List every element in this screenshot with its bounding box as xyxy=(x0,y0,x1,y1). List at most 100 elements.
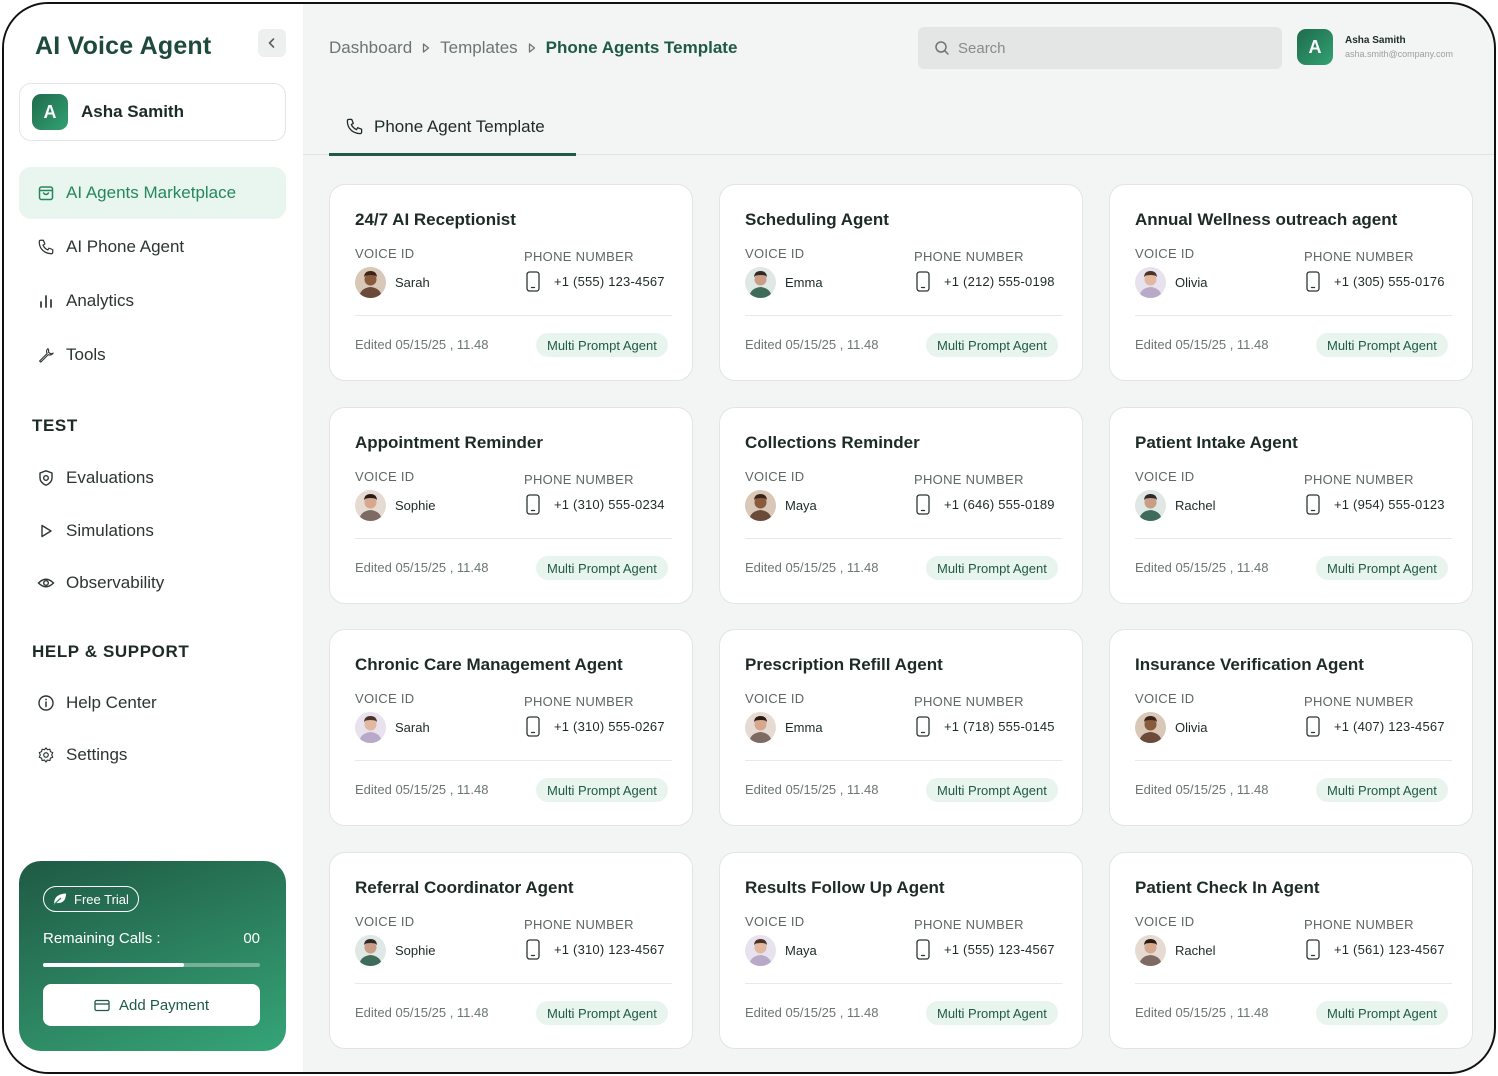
voice-selector: Rachel xyxy=(1135,490,1215,521)
voice-selector: Maya xyxy=(745,490,817,521)
agent-type-badge: Multi Prompt Agent xyxy=(1316,556,1448,580)
card-divider xyxy=(745,760,1062,761)
sidebar: AI Voice Agent A Asha Samith AI Agents M… xyxy=(4,4,303,1072)
add-payment-button[interactable]: Add Payment xyxy=(43,984,260,1026)
edited-timestamp: Edited 05/15/25 , 11.48 xyxy=(1135,1005,1269,1020)
edited-timestamp: Edited 05/15/25 , 11.48 xyxy=(355,560,489,575)
card-title: Patient Intake Agent xyxy=(1135,433,1298,452)
phone-number-label: PHONE NUMBER xyxy=(914,472,1024,487)
play-icon xyxy=(36,521,56,541)
phone-number-value: +1 (212) 555-0198 xyxy=(944,274,1055,289)
agent-type-badge: Multi Prompt Agent xyxy=(536,1001,668,1025)
voice-avatar xyxy=(355,935,386,966)
breadcrumb-dashboard[interactable]: Dashboard xyxy=(329,38,412,58)
search-box[interactable] xyxy=(918,27,1282,69)
agent-type-badge: Multi Prompt Agent xyxy=(926,556,1058,580)
agent-template-card[interactable]: 24/7 AI Receptionist VOICE ID PHONE NUMB… xyxy=(329,184,693,381)
voice-avatar xyxy=(745,267,776,298)
workspace-user-card[interactable]: A Asha Samith xyxy=(19,83,286,141)
voice-id-label: VOICE ID xyxy=(355,914,415,929)
agent-template-card[interactable]: Results Follow Up Agent VOICE ID PHONE N… xyxy=(719,852,1083,1049)
agent-template-card[interactable]: Chronic Care Management Agent VOICE ID P… xyxy=(329,629,693,826)
nav-tools[interactable]: Tools xyxy=(19,329,286,381)
header-user-info: Asha Samith asha.smith@company.com xyxy=(1345,35,1453,59)
search-input[interactable] xyxy=(958,39,1258,57)
voice-name: Olivia xyxy=(1175,720,1208,735)
edited-timestamp: Edited 05/15/25 , 11.48 xyxy=(355,337,489,352)
agent-template-card[interactable]: Insurance Verification Agent VOICE ID PH… xyxy=(1109,629,1473,826)
agent-template-card[interactable]: Appointment Reminder VOICE ID PHONE NUMB… xyxy=(329,407,693,604)
nav-label: Simulations xyxy=(66,521,154,540)
tab-phone-agent-template[interactable]: Phone Agent Template xyxy=(329,100,576,156)
nav-simulations[interactable]: Simulations xyxy=(19,505,286,557)
card-divider xyxy=(355,315,672,316)
voice-id-label: VOICE ID xyxy=(745,246,805,261)
smartphone-icon xyxy=(916,716,930,737)
edited-timestamp: Edited 05/15/25 , 11.48 xyxy=(745,1005,879,1020)
agent-template-card[interactable]: Annual Wellness outreach agent VOICE ID … xyxy=(1109,184,1473,381)
card-title: Chronic Care Management Agent xyxy=(355,655,623,674)
card-title: Results Follow Up Agent xyxy=(745,878,945,897)
info-icon xyxy=(36,693,56,713)
agent-type-badge: Multi Prompt Agent xyxy=(1316,778,1448,802)
nav-help-center[interactable]: Help Center xyxy=(19,677,286,729)
breadcrumb-templates[interactable]: Templates xyxy=(440,38,517,58)
free-trial-card: Free Trial Remaining Calls : 00 Add Paym… xyxy=(19,861,286,1051)
phone-number: +1 (555) 123-4567 xyxy=(526,271,665,292)
agent-template-card[interactable]: Prescription Refill Agent VOICE ID PHONE… xyxy=(719,629,1083,826)
voice-selector: Sarah xyxy=(355,712,430,743)
shopping-bag-icon xyxy=(36,183,56,203)
voice-avatar xyxy=(745,935,776,966)
section-title-help: HELP & SUPPORT xyxy=(32,642,190,661)
phone-number-label: PHONE NUMBER xyxy=(1304,249,1414,264)
voice-avatar xyxy=(1135,935,1166,966)
card-title: Referral Coordinator Agent xyxy=(355,878,574,897)
nav-evaluations[interactable]: Evaluations xyxy=(19,452,286,504)
card-divider xyxy=(355,538,672,539)
nav-ai-phone-agent[interactable]: AI Phone Agent xyxy=(19,221,286,273)
card-divider xyxy=(355,983,672,984)
smartphone-icon xyxy=(526,494,540,515)
smartphone-icon xyxy=(916,939,930,960)
header-user-menu[interactable]: A Asha Samith asha.smith@company.com xyxy=(1297,29,1453,65)
nav-label: Evaluations xyxy=(66,468,154,487)
nav-ai-agents-marketplace[interactable]: AI Agents Marketplace xyxy=(19,167,286,219)
voice-avatar xyxy=(355,712,386,743)
voice-avatar xyxy=(745,490,776,521)
agent-template-card[interactable]: Collections Reminder VOICE ID PHONE NUMB… xyxy=(719,407,1083,604)
voice-name: Rachel xyxy=(1175,498,1216,513)
voice-avatar xyxy=(1135,490,1166,521)
collapse-sidebar-button[interactable] xyxy=(258,29,286,57)
phone-number: +1 (305) 555-0176 xyxy=(1306,271,1445,292)
nav-label: Help Center xyxy=(66,693,157,712)
card-title: Insurance Verification Agent xyxy=(1135,655,1364,674)
nav-settings[interactable]: Settings xyxy=(19,729,286,781)
phone-number: +1 (212) 555-0198 xyxy=(916,271,1055,292)
card-title: Annual Wellness outreach agent xyxy=(1135,210,1398,229)
voice-id-label: VOICE ID xyxy=(1135,246,1195,261)
card-title: Scheduling Agent xyxy=(745,210,889,229)
agent-template-card[interactable]: Scheduling Agent VOICE ID PHONE NUMBER E… xyxy=(719,184,1083,381)
phone-number-label: PHONE NUMBER xyxy=(914,249,1024,264)
phone-number-value: +1 (718) 555-0145 xyxy=(944,719,1055,734)
voice-name: Sophie xyxy=(395,498,436,513)
voice-name: Emma xyxy=(785,275,823,290)
phone-number-value: +1 (305) 555-0176 xyxy=(1334,274,1445,289)
agent-template-card[interactable]: Referral Coordinator Agent VOICE ID PHON… xyxy=(329,852,693,1049)
agent-type-badge: Multi Prompt Agent xyxy=(1316,333,1448,357)
agent-template-card[interactable]: Patient Check In Agent VOICE ID PHONE NU… xyxy=(1109,852,1473,1049)
card-title: 24/7 AI Receptionist xyxy=(355,210,516,229)
card-title: Collections Reminder xyxy=(745,433,920,452)
voice-name: Sarah xyxy=(395,275,430,290)
edited-timestamp: Edited 05/15/25 , 11.48 xyxy=(745,782,879,797)
nav-analytics[interactable]: Analytics xyxy=(19,275,286,327)
agent-template-card[interactable]: Patient Intake Agent VOICE ID PHONE NUMB… xyxy=(1109,407,1473,604)
edited-timestamp: Edited 05/15/25 , 11.48 xyxy=(355,1005,489,1020)
nav-observability[interactable]: Observability xyxy=(19,557,286,609)
user-avatar: A xyxy=(32,94,68,130)
voice-name: Maya xyxy=(785,943,817,958)
agent-type-badge: Multi Prompt Agent xyxy=(536,556,668,580)
gear-icon xyxy=(36,745,56,765)
voice-selector: Rachel xyxy=(1135,935,1215,966)
phone-number-label: PHONE NUMBER xyxy=(524,694,634,709)
